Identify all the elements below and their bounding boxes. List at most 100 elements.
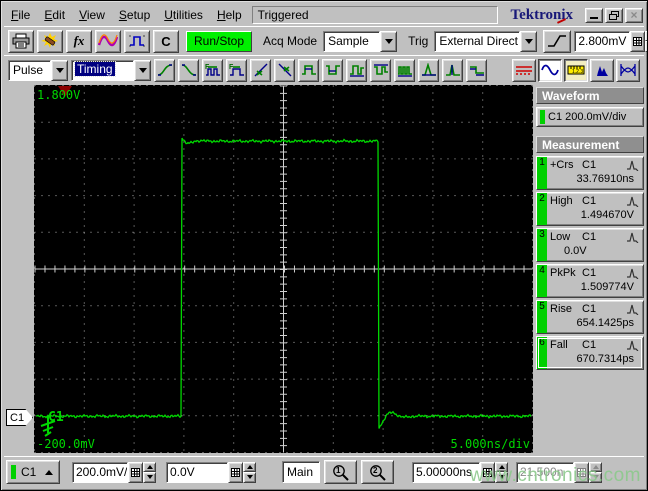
vertical-scale-keypad-button[interactable] xyxy=(128,461,143,483)
horizontal-delay-field: 21.500n xyxy=(516,461,602,483)
fall-time-button[interactable] xyxy=(178,58,199,82)
flat-top-button[interactable] xyxy=(466,58,487,82)
acq-mode-dropdown-button[interactable] xyxy=(380,30,398,52)
measurement-item-4[interactable]: 4 PkPk C1 1.509774V xyxy=(536,264,644,298)
cursors-icon xyxy=(516,66,532,75)
vertical-offset-value[interactable]: 0.0V xyxy=(166,461,228,483)
flat-top-icon xyxy=(469,66,484,76)
menu-edit[interactable]: Edit xyxy=(37,5,72,25)
neg-duty-icon xyxy=(373,64,388,75)
waveform-item-c1[interactable]: C1 200.0mV/div xyxy=(536,107,644,127)
measurement-item-3[interactable]: 3 Low C1 0.0V xyxy=(536,228,644,262)
measure-mode-button[interactable]: 1.2.3 xyxy=(564,58,588,82)
zoom-2-button[interactable]: 2 xyxy=(361,460,394,484)
measurement-source: C1 xyxy=(582,159,597,171)
measurement-source: C1 xyxy=(582,267,597,279)
trig-level-keypad-button[interactable] xyxy=(630,30,646,52)
zoom-1-button[interactable]: 1 xyxy=(324,460,357,484)
trig-slope-button[interactable] xyxy=(543,29,572,53)
scope-display[interactable]: C1 1.800V -200.0mV 5.000ns/div xyxy=(34,85,533,453)
run-stop-button[interactable]: Run/Stop xyxy=(186,30,253,52)
trig-level-value[interactable]: 2.800mV xyxy=(574,30,631,52)
measurement-item-1[interactable]: 1 +Crs C1 33.76910ns xyxy=(536,156,644,190)
close-icon: × xyxy=(630,8,638,22)
cursors-button[interactable] xyxy=(512,58,536,82)
meas-class-select[interactable]: Pulse xyxy=(8,59,68,81)
trig-source-select[interactable]: External Direct xyxy=(434,30,538,52)
timebase-view-button[interactable]: Main xyxy=(282,461,320,483)
channel-select-button[interactable]: C1 xyxy=(6,460,60,484)
math-button[interactable]: fx xyxy=(66,29,92,53)
vertical-offset-field[interactable]: 0.0V xyxy=(166,461,256,483)
pos-slew-rate-button[interactable] xyxy=(250,58,271,82)
burst-width-button[interactable] xyxy=(394,58,415,82)
bottom-control-bar: C1 200.0mV/ 0.0V Main 1 2 5.00000ns 21.5… xyxy=(4,456,644,487)
menu-help[interactable]: Help xyxy=(210,5,249,25)
magnifier-icon xyxy=(369,464,386,481)
spin-down-button[interactable] xyxy=(143,472,156,483)
spin-down-button[interactable] xyxy=(243,472,256,483)
measurement-number: 2 xyxy=(537,193,547,225)
pulse-bracket-icon xyxy=(129,35,145,47)
measurement-item-5[interactable]: 5 Rise C1 654.1425ps xyxy=(536,300,644,334)
pos-width-button[interactable] xyxy=(298,58,319,82)
spin-up-button[interactable] xyxy=(143,461,156,472)
menu-file[interactable]: File xyxy=(4,5,37,25)
histogram-mode-button[interactable] xyxy=(590,58,614,82)
menu-setup[interactable]: Setup xyxy=(112,5,157,25)
neg-slew-rate-button[interactable] xyxy=(274,58,295,82)
fall-time-icon xyxy=(181,64,196,76)
restore-button[interactable] xyxy=(605,7,623,23)
horizontal-delay-keypad-button[interactable] xyxy=(574,461,589,483)
spin-down-icon xyxy=(498,475,505,480)
print-button[interactable] xyxy=(8,29,34,53)
neg-width-button[interactable] xyxy=(322,58,343,82)
horizontal-scale-field[interactable]: 5.00000ns xyxy=(412,461,508,483)
spin-up-icon xyxy=(146,464,153,469)
meas-class-dropdown-button[interactable] xyxy=(51,59,68,81)
measurement-source: C1 xyxy=(582,339,597,351)
meas-group-dropdown-button[interactable] xyxy=(134,59,151,81)
measurement-item-6[interactable]: 6 Fall C1 670.7314ps xyxy=(536,336,644,370)
frequency-button[interactable]: F xyxy=(202,58,223,82)
pos-duty-cycle-button[interactable] xyxy=(346,58,367,82)
pos-overshoot-button[interactable] xyxy=(418,58,439,82)
channel-marker[interactable]: C1 xyxy=(6,409,33,426)
menu-view[interactable]: View xyxy=(72,5,112,25)
acq-mode-select[interactable]: Sample xyxy=(323,30,398,52)
peak-amplitude-button[interactable] xyxy=(442,58,463,82)
spin-down-icon xyxy=(246,475,253,480)
horizontal-scale-value[interactable]: 5.00000ns xyxy=(412,461,480,483)
neg-duty-cycle-button[interactable] xyxy=(370,58,391,82)
pulse-setup-button[interactable] xyxy=(124,29,150,53)
system-setup-button[interactable] xyxy=(37,29,63,53)
vertical-offset-spinner xyxy=(243,461,256,483)
spin-down-button[interactable] xyxy=(495,472,508,483)
vertical-scale-value[interactable]: 200.0mV/ xyxy=(72,461,128,483)
measurement-value: 0.0V xyxy=(564,245,587,257)
menu-utilities[interactable]: Utilities xyxy=(157,5,210,25)
horizontal-scale-spinner xyxy=(495,461,508,483)
eye-diagram-button[interactable] xyxy=(616,58,640,82)
spin-down-icon xyxy=(146,475,153,480)
vertical-scale-field[interactable]: 200.0mV/ xyxy=(72,461,156,483)
measurement-item-2[interactable]: 2 High C1 1.494670V xyxy=(536,192,644,226)
rise-time-button[interactable] xyxy=(154,58,175,82)
trig-source-dropdown-button[interactable] xyxy=(520,30,538,52)
trig-level-field[interactable]: 2.800mV xyxy=(574,30,647,52)
acq-mode-label: Acq Mode xyxy=(263,34,318,48)
scope-graticule: C1 1.800V -200.0mV 5.000ns/div xyxy=(34,85,533,453)
spin-up-button[interactable] xyxy=(495,461,508,472)
c-button[interactable]: C xyxy=(153,29,179,53)
period-button[interactable]: F xyxy=(226,58,247,82)
brand-logo: Tektronix xyxy=(498,7,585,24)
meas-class-value: Pulse xyxy=(8,59,51,81)
horizontal-scale-keypad-button[interactable] xyxy=(480,461,495,483)
vertical-offset-keypad-button[interactable] xyxy=(228,461,243,483)
meas-group-select[interactable]: Timing xyxy=(71,59,151,81)
pulse-meas-icon xyxy=(627,268,639,279)
minimize-button[interactable] xyxy=(585,7,603,23)
waveform-mode-button[interactable] xyxy=(538,58,562,82)
spin-up-button[interactable] xyxy=(243,461,256,472)
waveform-database-button[interactable] xyxy=(95,29,121,53)
